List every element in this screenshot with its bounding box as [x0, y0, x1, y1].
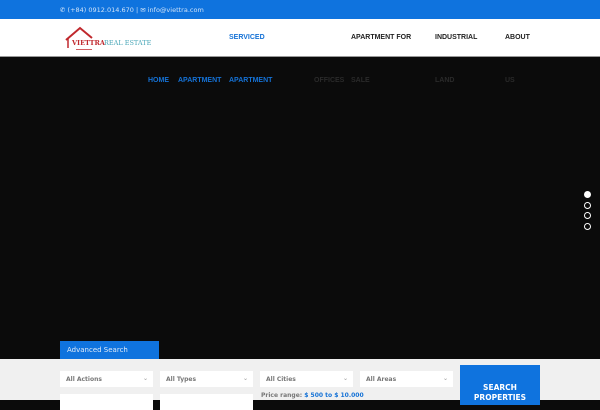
slider-pagination [584, 191, 591, 233]
nav-about[interactable]: ABOUT [505, 34, 530, 41]
chevron-down-icon: ⌄ [342, 375, 348, 382]
phone-number[interactable]: (+84) 0912.014.670 [68, 6, 134, 14]
nav-us[interactable]: US [505, 77, 515, 84]
nav-serviced[interactable]: SERVICED [229, 34, 265, 41]
slider-dot[interactable] [584, 222, 591, 230]
nav-offices[interactable]: OFFICES [314, 77, 344, 84]
nav-sale[interactable]: SALE [351, 77, 370, 84]
top-contact-bar: ✆ (+84) 0912.014.670 | ✉ info@viettra.co… [0, 0, 600, 19]
types-select[interactable]: All Types ⌄ [160, 371, 253, 387]
phone-icon: ✆ [60, 6, 66, 14]
email-icon: ✉ [140, 6, 146, 14]
price-range: Price range: $ 500 to $ 10.000 [261, 392, 364, 399]
advanced-search-tab[interactable]: Advanced Search [60, 341, 159, 359]
chevron-down-icon: ⌄ [142, 375, 148, 382]
nav-land[interactable]: LAND [435, 77, 454, 84]
rooms-select[interactable] [60, 394, 153, 410]
email-link[interactable]: info@viettra.com [148, 6, 204, 14]
logo[interactable]: VIETTRA REAL ESTATE [62, 26, 162, 52]
chevron-down-icon: ⌄ [442, 375, 448, 382]
chevron-down-icon: ⌄ [242, 375, 248, 382]
slider-dot[interactable] [584, 212, 591, 219]
actions-select[interactable]: All Actions ⌄ [60, 371, 153, 387]
nav-apartment-for[interactable]: APARTMENT FOR [351, 34, 411, 41]
areas-select[interactable]: All Areas ⌄ [360, 371, 453, 387]
cities-select[interactable]: All Cities ⌄ [260, 371, 353, 387]
nav-industrial[interactable]: INDUSTRIAL [435, 34, 477, 41]
nav-apartment-2[interactable]: APARTMENT [229, 77, 272, 84]
baths-select[interactable] [160, 394, 253, 410]
nav-apartment[interactable]: APARTMENT [178, 77, 221, 84]
search-properties-button[interactable]: SEARCH PROPERTIES [460, 365, 540, 405]
slider-dot[interactable] [584, 201, 591, 209]
slider-dot[interactable] [584, 191, 591, 198]
nav-home[interactable]: HOME [148, 77, 169, 84]
